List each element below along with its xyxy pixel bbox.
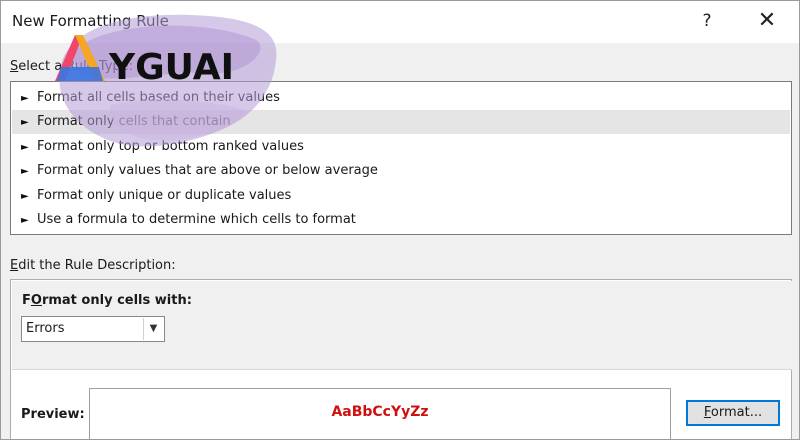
condition-dropdown[interactable]: Errors ▼ <box>21 316 165 342</box>
arrow-right-icon: ► <box>21 142 29 153</box>
rule-type-item-selected[interactable]: ► Format only cells that contain <box>12 110 790 134</box>
dialog-title: New Formatting Rule <box>12 12 169 30</box>
rule-type-list[interactable]: ► Format all cells based on their values … <box>10 81 792 235</box>
arrow-right-icon: ► <box>21 166 29 177</box>
arrow-right-icon: ► <box>21 215 29 226</box>
rule-type-item[interactable]: ► Use a formula to determine which cells … <box>12 208 790 232</box>
condition-title: FOrmat only cells with: <box>22 293 192 308</box>
arrow-right-icon: ► <box>21 93 29 104</box>
title-bar: New Formatting Rule ? ✕ <box>1 1 799 43</box>
rule-type-item[interactable]: ► Format only unique or duplicate values <box>12 184 790 208</box>
rule-type-item[interactable]: ► Format only top or bottom ranked values <box>12 135 790 159</box>
arrow-right-icon: ► <box>21 191 29 202</box>
condition-area: FOrmat only cells with: Errors ▼ <box>12 281 792 369</box>
arrow-right-icon: ► <box>21 117 29 128</box>
chevron-down-icon[interactable]: ▼ <box>143 318 163 340</box>
rule-type-item[interactable]: ► Format only values that are above or be… <box>12 159 790 183</box>
format-button[interactable]: Format... <box>686 400 780 426</box>
preview-label: Preview: <box>21 407 85 422</box>
preview-sample-text: AaBbCcYyZz <box>331 404 429 420</box>
condition-dropdown-value: Errors <box>26 321 65 336</box>
rule-description-label: Edit the Rule Description: <box>10 258 176 273</box>
help-button[interactable]: ? <box>695 7 719 35</box>
new-formatting-rule-dialog: New Formatting Rule ? ✕ Select a Rule Ty… <box>0 0 800 440</box>
preview-box: AaBbCcYyZz <box>89 388 671 439</box>
rule-description-panel: FOrmat only cells with: Errors ▼ Preview… <box>10 279 792 439</box>
close-button[interactable]: ✕ <box>750 7 784 35</box>
divider <box>12 369 792 370</box>
rule-type-item[interactable]: ► Format all cells based on their values <box>12 86 790 110</box>
rule-type-label: Select a Rule Type: <box>10 59 134 74</box>
